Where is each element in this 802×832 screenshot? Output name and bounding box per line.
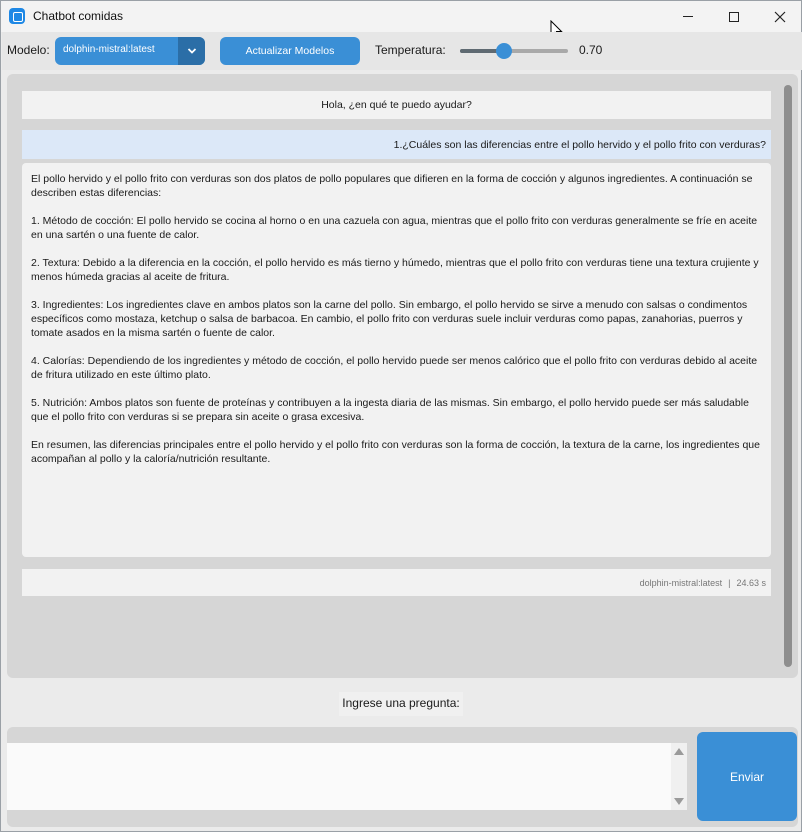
greeting-text: Hola, ¿en qué te puedo ayudar? — [321, 99, 472, 111]
app-window: Chatbot comidas Modelo: dolphin-mistral:… — [0, 0, 802, 832]
response-meta: dolphin-mistral:latest | 24.63 s — [22, 569, 771, 596]
model-label: Modelo: — [7, 43, 50, 57]
model-dropdown-value: dolphin-mistral:latest — [63, 44, 155, 55]
response-model: dolphin-mistral:latest — [639, 577, 723, 588]
maximize-icon — [729, 11, 739, 22]
title-bar: Chatbot comidas — [1, 1, 802, 39]
temperature-label: Temperatura: — [375, 43, 446, 57]
temperature-slider-thumb[interactable] — [496, 43, 512, 59]
chat-app-icon — [9, 8, 25, 24]
chevron-down-icon — [187, 48, 196, 54]
chat-scrollbar[interactable] — [784, 85, 792, 667]
temperature-slider[interactable] — [460, 43, 568, 59]
update-models-button[interactable]: Actualizar Modelos — [220, 37, 360, 65]
dropdown-toggle[interactable] — [178, 37, 205, 65]
close-icon — [774, 11, 786, 22]
maximize-button[interactable] — [711, 1, 757, 32]
question-input[interactable] — [7, 743, 671, 810]
minimize-button[interactable] — [665, 1, 711, 32]
user-message: 1.¿Cuáles son las diferencias entre el p… — [22, 130, 771, 159]
minimize-icon — [683, 16, 693, 17]
question-prompt-label: Ingrese una pregunta: — [339, 692, 463, 716]
scroll-up-arrow-icon[interactable] — [674, 748, 684, 755]
toolbar: Modelo: dolphin-mistral:latest Actualiza… — [2, 32, 802, 70]
user-message-text: 1.¿Cuáles son las diferencias entre el p… — [393, 138, 766, 151]
bot-response: El pollo hervido y el pollo frito con ve… — [22, 163, 771, 557]
greeting-message: Hola, ¿en qué te puedo ayudar? — [22, 91, 771, 119]
meta-separator: | — [728, 577, 731, 588]
temperature-value: 0.70 — [579, 43, 603, 57]
response-time: 24.63 s — [736, 577, 766, 588]
close-button[interactable] — [757, 1, 802, 32]
send-button[interactable]: Enviar — [697, 732, 797, 821]
scroll-down-arrow-icon[interactable] — [674, 798, 684, 805]
model-dropdown[interactable]: dolphin-mistral:latest — [55, 37, 205, 65]
window-title: Chatbot comidas — [33, 9, 124, 23]
